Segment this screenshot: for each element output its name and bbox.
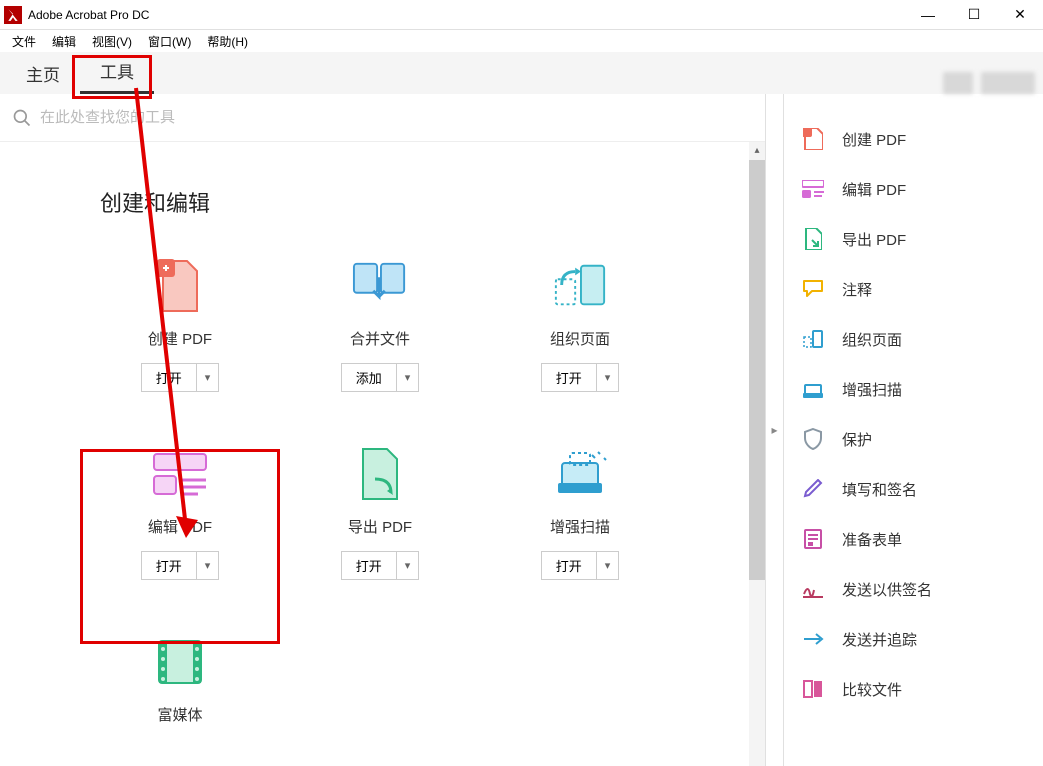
enhance-scan-icon	[552, 446, 608, 502]
comment-icon	[802, 278, 824, 300]
tool-dropdown-button[interactable]: ▾	[597, 363, 620, 392]
tab-tools[interactable]: 工具	[80, 50, 154, 94]
combine-files-icon	[352, 258, 408, 314]
app-icon	[4, 6, 22, 24]
tool-card-export-pdf[interactable]: 导出 PDF 打开 ▾	[280, 446, 480, 580]
rp-item-label: 编辑 PDF	[842, 179, 906, 200]
tool-card-combine-files[interactable]: 合并文件 添加 ▾	[280, 258, 480, 392]
tool-dropdown-button[interactable]: ▾	[197, 551, 220, 580]
tool-label: 合并文件	[350, 328, 410, 349]
tool-label: 编辑 PDF	[148, 516, 212, 537]
rp-compare-files[interactable]: 比较文件	[784, 664, 1043, 714]
menu-view[interactable]: 视图(V)	[84, 31, 140, 52]
rp-export-pdf[interactable]: 导出 PDF	[784, 214, 1043, 264]
rp-organize-pages[interactable]: 组织页面	[784, 314, 1043, 364]
rp-enhance-scan[interactable]: 增强扫描	[784, 364, 1043, 414]
prepare-form-icon	[802, 528, 824, 550]
search-input[interactable]	[40, 109, 765, 126]
export-pdf-icon	[802, 228, 824, 250]
rp-item-label: 比较文件	[842, 679, 902, 700]
export-pdf-icon	[352, 446, 408, 502]
tool-add-button[interactable]: 添加	[341, 363, 397, 392]
maximize-button[interactable]: ☐	[951, 1, 997, 29]
organize-pages-icon	[552, 258, 608, 314]
rp-item-label: 组织页面	[842, 329, 902, 350]
tool-card-create-pdf[interactable]: 创建 PDF 打开 ▾	[80, 258, 280, 392]
rp-item-label: 发送并追踪	[842, 629, 917, 650]
tool-dropdown-button[interactable]: ▾	[597, 551, 620, 580]
rp-item-label: 保护	[842, 429, 872, 450]
edit-pdf-icon	[802, 178, 824, 200]
rp-comment[interactable]: 注释	[784, 264, 1043, 314]
tool-label: 增强扫描	[550, 516, 610, 537]
tool-label: 创建 PDF	[148, 328, 212, 349]
rp-item-label: 注释	[842, 279, 872, 300]
rp-create-pdf[interactable]: 创建 PDF	[784, 114, 1043, 164]
tool-label: 导出 PDF	[348, 516, 412, 537]
tool-card-rich-media[interactable]: 富媒体	[80, 634, 280, 725]
rich-media-icon	[152, 634, 208, 690]
account-area	[943, 72, 1043, 94]
tool-open-button[interactable]: 打开	[141, 363, 197, 392]
tool-open-button[interactable]: 打开	[141, 551, 197, 580]
close-button[interactable]: ✕	[997, 1, 1043, 29]
account-avatar[interactable]	[943, 72, 973, 94]
tool-label: 富媒体	[157, 704, 202, 725]
tool-open-button[interactable]: 打开	[541, 551, 597, 580]
tool-dropdown-button[interactable]: ▾	[197, 363, 220, 392]
tab-home[interactable]: 主页	[6, 53, 80, 94]
rp-item-label: 导出 PDF	[842, 229, 906, 250]
search-bar	[0, 94, 765, 142]
menubar: 文件 编辑 视图(V) 窗口(W) 帮助(H)	[0, 30, 1043, 52]
rp-protect[interactable]: 保护	[784, 414, 1043, 464]
menu-help[interactable]: 帮助(H)	[199, 31, 256, 52]
send-track-icon	[802, 628, 824, 650]
rp-item-label: 填写和签名	[842, 479, 917, 500]
create-pdf-icon	[152, 258, 208, 314]
tool-card-organize-pages[interactable]: 组织页面 打开 ▾	[480, 258, 680, 392]
tool-open-button[interactable]: 打开	[541, 363, 597, 392]
tool-center: 创建和编辑 创建 PDF 打开 ▾	[0, 94, 765, 766]
rp-item-label: 创建 PDF	[842, 129, 906, 150]
tab-row: 主页 工具	[0, 52, 1043, 94]
fill-sign-icon	[802, 478, 824, 500]
titlebar: Adobe Acrobat Pro DC — ☐ ✕	[0, 0, 1043, 30]
scroll-up-arrow[interactable]: ▴	[749, 142, 765, 158]
chevron-right-icon: ▸	[771, 423, 777, 437]
rp-prepare-form[interactable]: 准备表单	[784, 514, 1043, 564]
section-title-create-edit: 创建和编辑	[0, 142, 765, 228]
vertical-scrollbar[interactable]: ▴	[749, 142, 765, 766]
tool-grid: 创建 PDF 打开 ▾ 合并文件 添加 ▾	[0, 228, 720, 749]
search-icon	[12, 108, 32, 128]
tool-card-enhance-scan[interactable]: 增强扫描 打开 ▾	[480, 446, 680, 580]
edit-pdf-icon	[152, 446, 208, 502]
tool-open-button[interactable]: 打开	[341, 551, 397, 580]
rp-send-for-signature[interactable]: 发送以供签名	[784, 564, 1043, 614]
tool-dropdown-button[interactable]: ▾	[397, 363, 420, 392]
scroll-thumb[interactable]	[749, 160, 765, 580]
tool-dropdown-button[interactable]: ▾	[397, 551, 420, 580]
organize-pages-icon	[802, 328, 824, 350]
rp-item-label: 准备表单	[842, 529, 902, 550]
rp-item-label: 增强扫描	[842, 379, 902, 400]
protect-icon	[802, 428, 824, 450]
rp-item-label: 发送以供签名	[842, 579, 932, 600]
menu-file[interactable]: 文件	[4, 31, 44, 52]
right-tools-panel: 创建 PDF 编辑 PDF 导出 PDF 注释 组织页面 增强扫描 保护 填写	[783, 94, 1043, 766]
enhance-scan-icon	[802, 378, 824, 400]
rp-edit-pdf[interactable]: 编辑 PDF	[784, 164, 1043, 214]
panel-collapse-button[interactable]: ▸	[765, 94, 783, 766]
account-label[interactable]	[981, 72, 1035, 94]
app-title: Adobe Acrobat Pro DC	[28, 8, 905, 22]
compare-files-icon	[802, 678, 824, 700]
rp-fill-sign[interactable]: 填写和签名	[784, 464, 1043, 514]
rp-send-track[interactable]: 发送并追踪	[784, 614, 1043, 664]
menu-window[interactable]: 窗口(W)	[140, 31, 199, 52]
tool-card-edit-pdf[interactable]: 编辑 PDF 打开 ▾	[80, 446, 280, 580]
create-pdf-icon	[802, 128, 824, 150]
send-signature-icon	[802, 578, 824, 600]
minimize-button[interactable]: —	[905, 1, 951, 29]
tool-label: 组织页面	[550, 328, 610, 349]
menu-edit[interactable]: 编辑	[44, 31, 84, 52]
